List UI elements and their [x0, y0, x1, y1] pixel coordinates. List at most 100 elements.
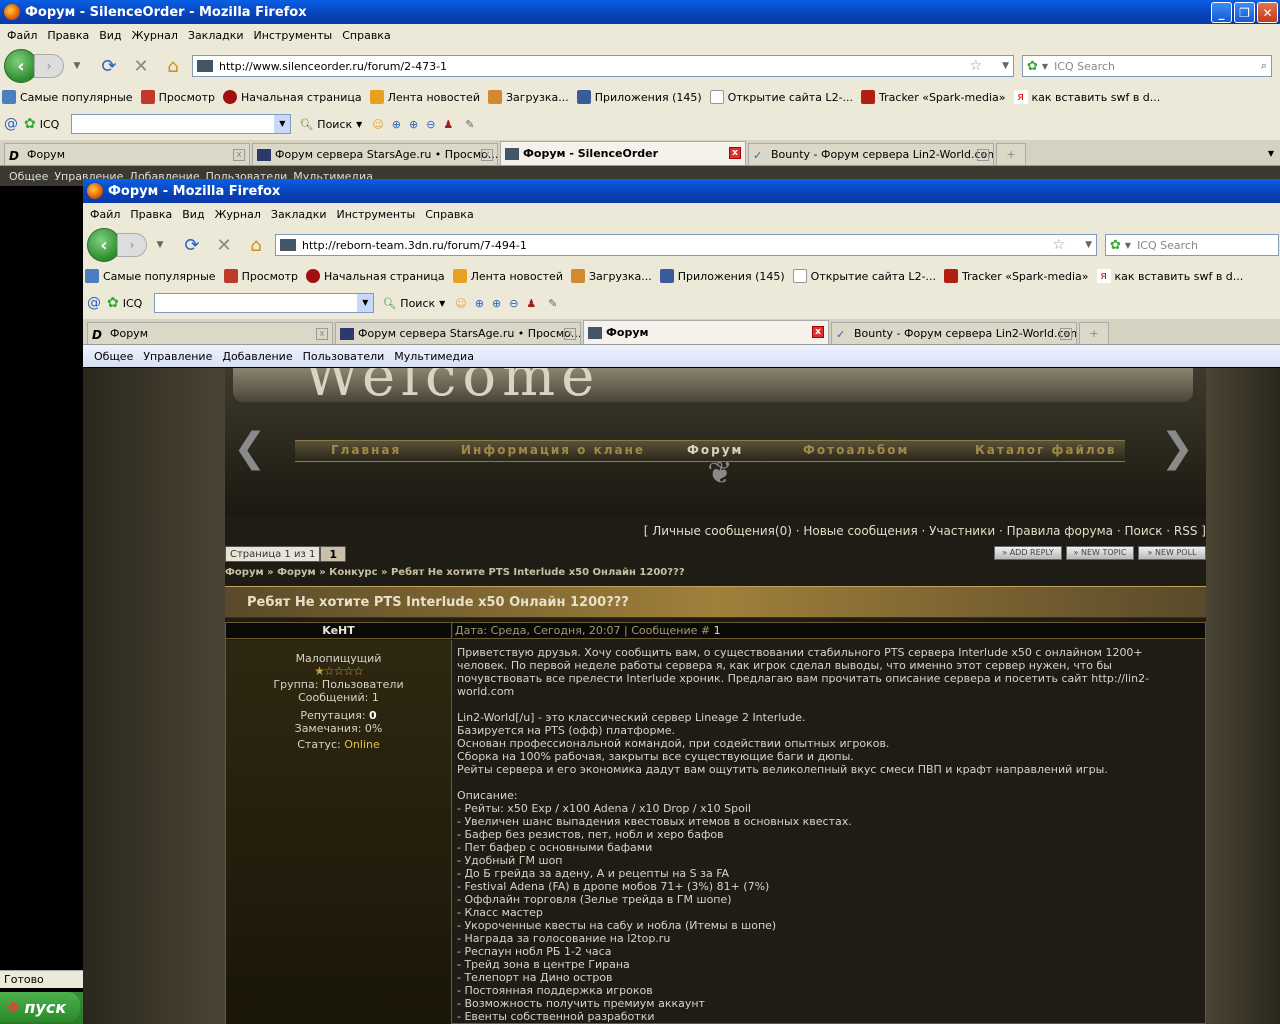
tab-list-icon[interactable]: ▼: [1262, 143, 1280, 165]
zoom-in-icon[interactable]: ⊕: [475, 297, 484, 310]
menu-history[interactable]: Журнал: [210, 208, 266, 221]
zoom-out-icon[interactable]: ⊖: [426, 118, 435, 131]
bookmark-loading[interactable]: Загрузка...: [570, 269, 652, 283]
new-topic-button[interactable]: » NEW TOPIC: [1066, 546, 1134, 560]
tab-starsage[interactable]: Форум сервера StarsAge.ru • Просмо... x: [252, 143, 498, 165]
tab-reborn-forum[interactable]: Форум x: [583, 320, 829, 344]
nav-clan-info-link[interactable]: Информация о клане: [461, 443, 645, 457]
eraser-icon[interactable]: ✎: [548, 297, 557, 310]
menu-view[interactable]: Вид: [94, 29, 126, 42]
tab-bounty[interactable]: ✓ Bounty - Форум сервера Lin2-World.com x: [748, 143, 994, 165]
menu-help[interactable]: Справка: [337, 29, 395, 42]
forward-button[interactable]: ›: [117, 233, 147, 257]
zoom-icon[interactable]: ⊕: [492, 297, 501, 310]
site-menu-users[interactable]: Пользователи: [298, 350, 390, 363]
site-menu-manage[interactable]: Управление: [138, 350, 217, 363]
tab-close-icon[interactable]: x: [564, 328, 576, 340]
add-reply-button[interactable]: » ADD REPLY: [994, 546, 1062, 560]
tab-close-icon[interactable]: x: [812, 326, 824, 338]
icq-search-dropdown-icon[interactable]: ▼: [356, 120, 362, 129]
menu-bookmarks[interactable]: Закладки: [183, 29, 249, 42]
tab-close-icon[interactable]: x: [481, 149, 493, 161]
icq-search-dropdown-icon[interactable]: ▼: [439, 299, 445, 308]
forward-button[interactable]: ›: [34, 54, 64, 78]
bookmark-swf[interactable]: я как вставить swf в d...: [1013, 90, 1160, 104]
nav-photo-album-link[interactable]: Фотоальбом: [803, 443, 909, 457]
bookmark-popular[interactable]: Самые популярные: [2, 90, 133, 104]
bookmark-tracker[interactable]: Tracker «Spark-media»: [944, 269, 1089, 283]
tab-bounty[interactable]: ✓ Bounty - Форум сервера Lin2-World.com x: [831, 322, 1077, 344]
mask-icon[interactable]: ☺: [372, 118, 383, 131]
menu-bookmarks[interactable]: Закладки: [266, 208, 332, 221]
tab-forum[interactable]: D Форум x: [4, 143, 250, 165]
tab-close-icon[interactable]: x: [1060, 328, 1072, 340]
icq-search-box[interactable]: ✿ ▼ ICQ Search ⌕: [1022, 55, 1272, 77]
breadcrumb-contest-link[interactable]: Конкурс: [329, 567, 377, 578]
url-bar[interactable]: http://reborn-team.3dn.ru/forum/7-494-1 …: [275, 234, 1097, 256]
bookmark-apps[interactable]: Приложения (145): [659, 269, 785, 283]
nav-forum-link[interactable]: Форум: [687, 443, 743, 457]
reload-icon[interactable]: ⟳: [96, 53, 122, 79]
history-dropdown-icon[interactable]: ▼: [147, 232, 173, 258]
eraser-icon[interactable]: ✎: [465, 118, 474, 131]
tab-close-icon[interactable]: x: [977, 149, 989, 161]
nav-file-catalog-link[interactable]: Каталог файлов: [975, 443, 1116, 457]
menu-file[interactable]: Файл: [85, 208, 125, 221]
user-icon[interactable]: ♟: [443, 118, 453, 131]
menu-view[interactable]: Вид: [177, 208, 209, 221]
menu-file[interactable]: Файл: [2, 29, 42, 42]
menu-history[interactable]: Журнал: [127, 29, 183, 42]
post-author[interactable]: KeHT: [226, 623, 452, 639]
search-engine-dropdown-icon[interactable]: ▼: [1042, 62, 1048, 71]
close-button[interactable]: ✕: [1257, 2, 1278, 23]
page-1-link[interactable]: 1: [320, 546, 346, 562]
stop-icon[interactable]: ✕: [211, 232, 237, 258]
star-icon[interactable]: ☆: [970, 58, 983, 74]
bookmark-news-feed[interactable]: Лента новостей: [369, 90, 480, 104]
search-icon[interactable]: 🔍︎: [299, 118, 313, 131]
nav-home-link[interactable]: Главная: [331, 443, 401, 457]
post-number-link[interactable]: 1: [714, 624, 721, 637]
tab-close-icon[interactable]: x: [316, 328, 328, 340]
bookmark-loading[interactable]: Загрузка...: [487, 90, 569, 104]
tab-silenceorder[interactable]: Форум - SilenceOrder x: [500, 141, 746, 165]
menu-help[interactable]: Справка: [420, 208, 478, 221]
url-dropdown-icon[interactable]: ▼: [1002, 61, 1009, 71]
new-tab-button[interactable]: +: [1079, 322, 1109, 344]
icq-dropdown-icon[interactable]: ▼: [357, 294, 374, 312]
home-icon[interactable]: ⌂: [160, 53, 186, 79]
forum-top-links[interactable]: [ Личные сообщения(0) · Новые сообщения …: [644, 524, 1206, 538]
site-menu-general[interactable]: Общее: [89, 350, 138, 363]
zoom-icon[interactable]: ⊕: [409, 118, 418, 131]
bookmark-home[interactable]: Начальная страница: [223, 90, 362, 104]
icq-search-button[interactable]: Поиск: [317, 118, 352, 131]
minimize-button[interactable]: _: [1211, 2, 1232, 23]
at-icon[interactable]: @: [4, 116, 18, 132]
bookmark-view[interactable]: Просмотр: [140, 90, 215, 104]
bookmark-swf[interactable]: я как вставить swf в d...: [1096, 269, 1243, 283]
history-dropdown-icon[interactable]: ▼: [64, 53, 90, 79]
home-icon[interactable]: ⌂: [243, 232, 269, 258]
url-bar[interactable]: http://www.silenceorder.ru/forum/2-473-1…: [192, 55, 1014, 77]
bookmark-l2-site[interactable]: Открытие сайта L2-...: [792, 269, 936, 283]
breadcrumb-forum-link[interactable]: Форум: [225, 567, 264, 578]
bookmark-news-feed[interactable]: Лента новостей: [452, 269, 563, 283]
search-icon[interactable]: 🔍︎: [382, 297, 396, 310]
search-engine-dropdown-icon[interactable]: ▼: [1125, 241, 1131, 250]
icq-search-button[interactable]: Поиск: [400, 297, 435, 310]
reload-icon[interactable]: ⟳: [179, 232, 205, 258]
new-poll-button[interactable]: » NEW POLL: [1138, 546, 1206, 560]
breadcrumb-forum-link[interactable]: Форум: [277, 567, 316, 578]
at-icon[interactable]: @: [87, 295, 101, 311]
star-icon[interactable]: ☆: [1053, 237, 1066, 253]
icq-dropdown-icon[interactable]: ▼: [274, 115, 291, 133]
tab-forum[interactable]: D Форум x: [87, 322, 333, 344]
back-button[interactable]: ‹: [4, 49, 38, 83]
back-button[interactable]: ‹: [87, 228, 121, 262]
icq-input[interactable]: ▼: [154, 293, 375, 313]
bookmark-tracker[interactable]: Tracker «Spark-media»: [861, 90, 1006, 104]
zoom-out-icon[interactable]: ⊖: [509, 297, 518, 310]
tab-starsage[interactable]: Форум сервера StarsAge.ru • Просмо... x: [335, 322, 581, 344]
stop-icon[interactable]: ✕: [128, 53, 154, 79]
start-button[interactable]: ❖ пуск: [0, 992, 80, 1022]
